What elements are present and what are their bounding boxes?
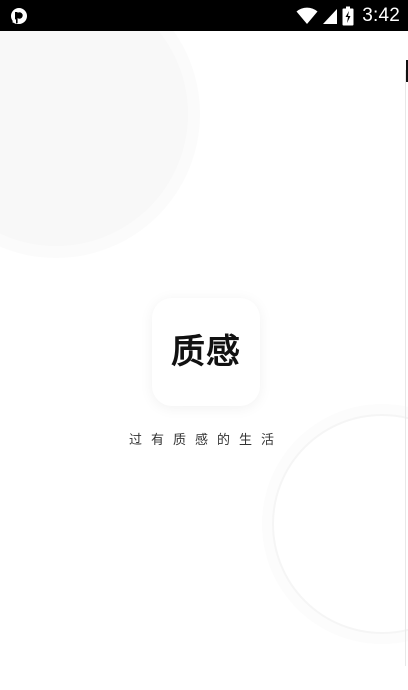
- decorative-circle-top-left: [0, 0, 188, 246]
- cell-signal-icon: [323, 8, 338, 24]
- splash-screen: 3:42 质感 过有质感的生活: [0, 0, 408, 690]
- logo-text: 质感: [171, 332, 241, 372]
- right-edge-divider: [405, 70, 406, 666]
- wifi-icon: [296, 7, 318, 24]
- battery-charging-icon: [342, 6, 354, 25]
- app-logo: 质感: [152, 298, 260, 406]
- app-notification-icon: [11, 8, 27, 24]
- status-bar: 3:42: [0, 0, 408, 31]
- status-time: 3:42: [362, 4, 400, 26]
- tagline: 过有质感的生活: [128, 433, 283, 448]
- status-icons: 3:42: [296, 0, 400, 31]
